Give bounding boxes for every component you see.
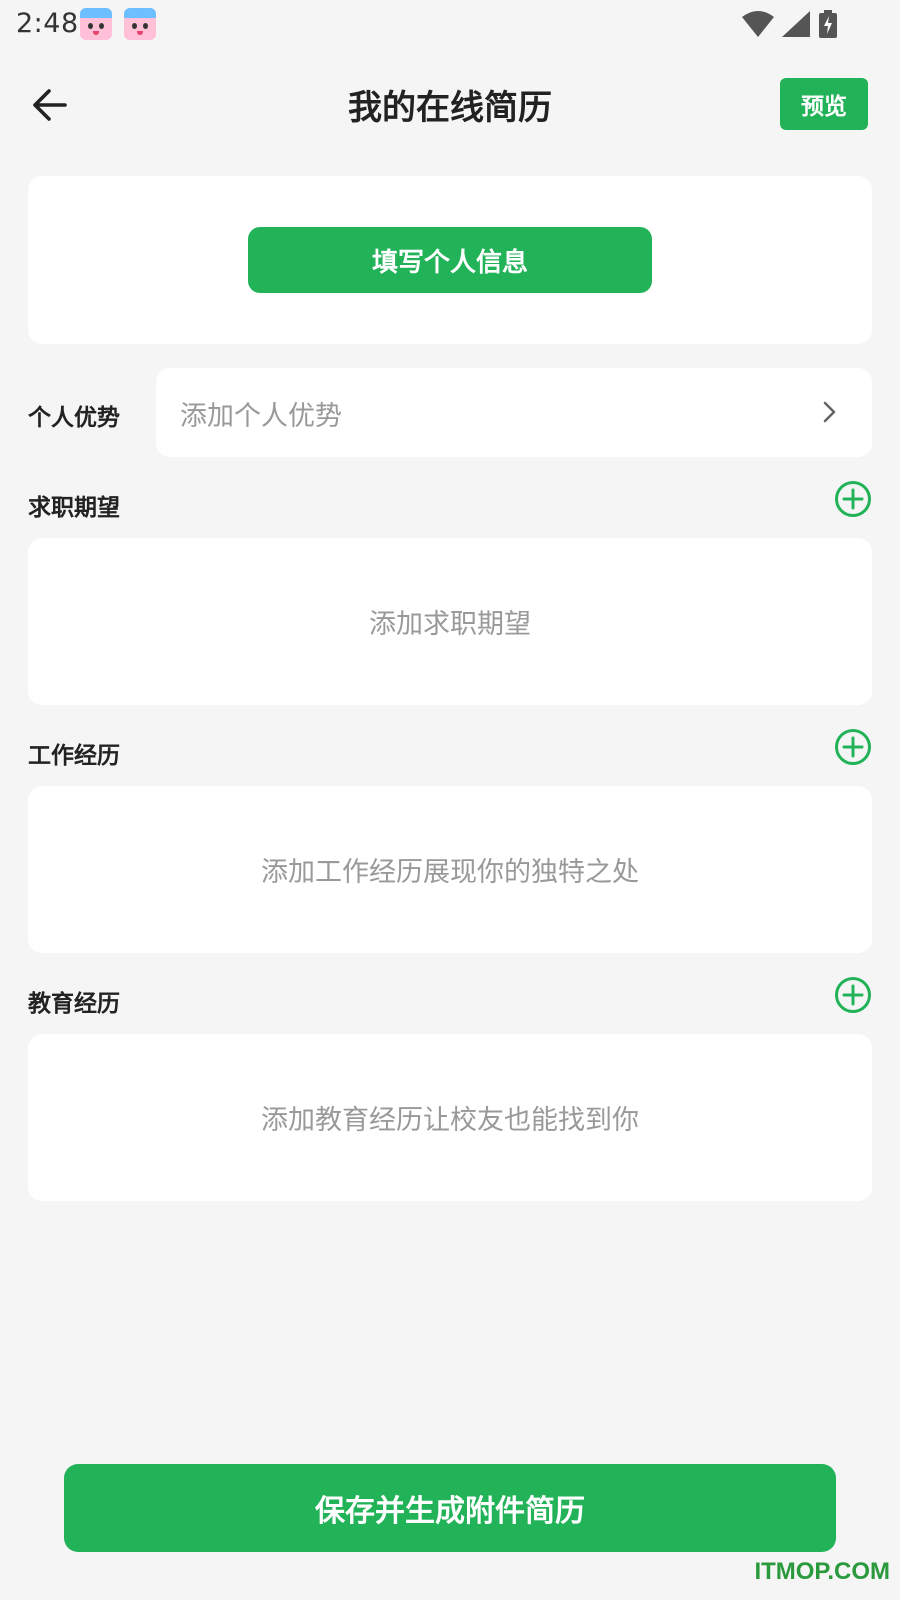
personal-info-card: 填写个人信息 <box>28 176 872 344</box>
page-title: 我的在线简历 <box>348 88 552 128</box>
education-card[interactable]: 添加教育经历让校友也能找到你 <box>28 1034 872 1201</box>
status-time: 2:48 <box>16 8 79 39</box>
status-icons <box>742 10 838 38</box>
advantage-label: 个人优势 <box>28 405 120 431</box>
plus-circle-icon[interactable] <box>834 728 872 766</box>
job-expectation-title: 求职期望 <box>28 495 120 521</box>
advantage-field[interactable]: 添加个人优势 <box>156 368 872 457</box>
save-and-generate-button[interactable]: 保存并生成附件简历 <box>64 1464 836 1552</box>
education-empty-text: 添加教育经历让校友也能找到你 <box>261 1105 639 1136</box>
advantage-placeholder: 添加个人优势 <box>180 401 342 432</box>
plus-circle-icon[interactable] <box>834 480 872 518</box>
preview-button[interactable]: 预览 <box>780 78 868 130</box>
work-experience-card[interactable]: 添加工作经历展现你的独特之处 <box>28 786 872 953</box>
job-expectation-empty-text: 添加求职期望 <box>369 609 531 640</box>
plus-circle-icon[interactable] <box>834 976 872 1014</box>
wifi-icon <box>742 11 774 37</box>
job-expectation-card[interactable]: 添加求职期望 <box>28 538 872 705</box>
cell-signal-icon <box>782 11 810 37</box>
work-experience-empty-text: 添加工作经历展现你的独特之处 <box>261 857 639 888</box>
education-title: 教育经历 <box>28 991 120 1017</box>
chevron-right-icon <box>823 401 836 423</box>
unicorn-app-icon <box>124 8 156 40</box>
resume-screen: 2:48 我的在线简历 预览 填写个人信息 个人优势 添加个人优势 求职期望 添… <box>0 0 900 1600</box>
watermark: ITMOP.COM <box>754 1558 890 1585</box>
status-bar: 2:48 <box>0 0 900 50</box>
work-experience-title: 工作经历 <box>28 743 120 769</box>
unicorn-app-icon <box>80 8 112 40</box>
battery-charging-icon <box>819 10 837 38</box>
fill-personal-info-button[interactable]: 填写个人信息 <box>248 227 652 293</box>
